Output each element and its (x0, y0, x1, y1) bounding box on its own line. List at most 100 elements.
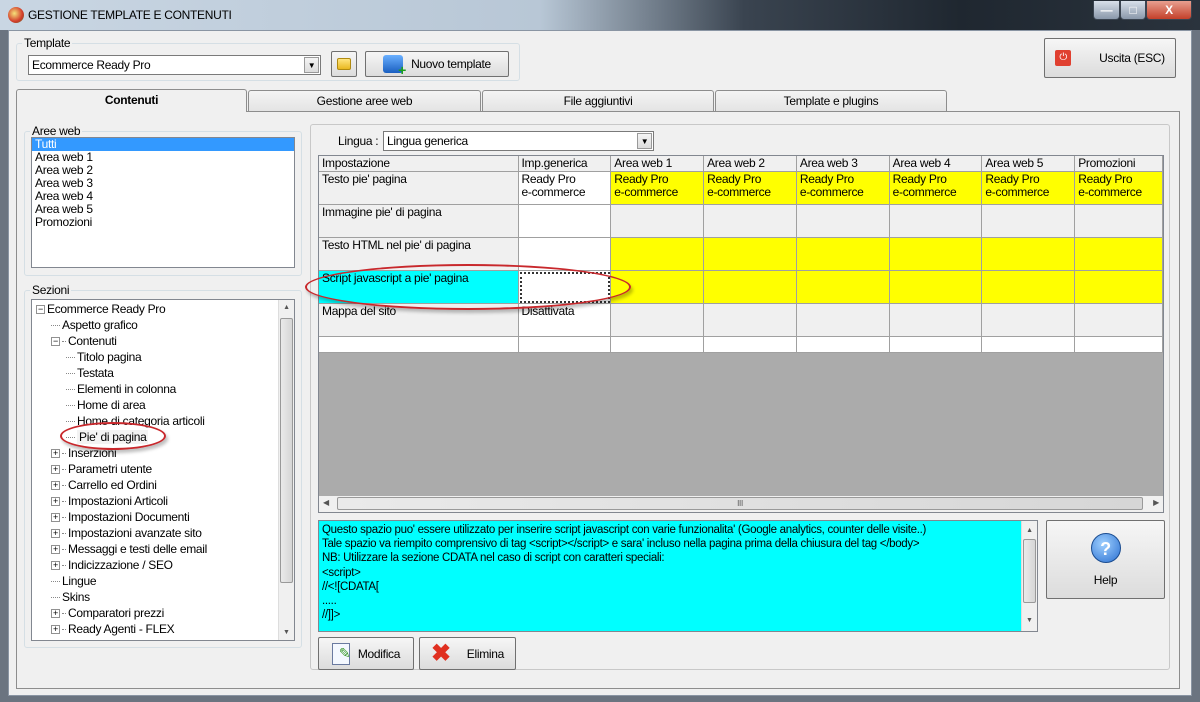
tree-item[interactable]: Home di area (36, 397, 276, 413)
setting-value-cell[interactable] (796, 205, 890, 238)
expand-icon[interactable]: + (51, 609, 60, 619)
tree-item[interactable]: + Comparatori prezzi (36, 605, 276, 621)
scroll-up-icon[interactable]: ▲ (279, 304, 294, 311)
modifica-button[interactable]: ✎ Modifica (318, 637, 414, 670)
setting-value-cell[interactable] (704, 304, 797, 337)
column-header[interactable]: Impostazione (319, 156, 519, 172)
setting-value-cell[interactable] (704, 238, 797, 271)
setting-value-cell[interactable]: Ready Pro e-commerce (889, 172, 983, 205)
setting-value-cell[interactable] (889, 205, 983, 238)
tree-item[interactable]: + Impostazioni avanzate sito (36, 525, 276, 541)
scroll-up-icon[interactable]: ▲ (1022, 524, 1037, 538)
tree-item[interactable]: + Impostazioni Documenti (36, 509, 276, 525)
description-scrollbar[interactable]: ▲ ▼ (1021, 521, 1037, 631)
column-header[interactable]: Area web 1 (611, 156, 705, 172)
setting-value-cell[interactable] (704, 337, 797, 353)
expand-icon[interactable]: + (51, 497, 60, 507)
setting-value-cell[interactable] (889, 337, 983, 353)
scroll-thumb[interactable] (1023, 539, 1036, 603)
elimina-button[interactable]: ✖ Elimina (419, 637, 516, 670)
chevron-down-icon[interactable]: ▼ (304, 57, 319, 73)
exit-button[interactable]: ⏻ Uscita (ESC) (1044, 38, 1176, 78)
setting-value-cell[interactable] (889, 304, 983, 337)
scroll-down-icon[interactable]: ▼ (1026, 614, 1033, 628)
setting-value-cell[interactable]: Ready Pro e-commerce (704, 172, 797, 205)
setting-value-cell[interactable] (982, 238, 1076, 271)
sezioni-scrollbar[interactable]: ▲ ▼ (278, 300, 294, 640)
tree-item[interactable]: Lingue (36, 573, 276, 589)
grid-hscrollbar[interactable]: ◀ III ▶ (319, 496, 1163, 512)
setting-value-cell[interactable] (518, 337, 612, 353)
setting-value-cell[interactable] (704, 271, 797, 304)
new-template-button[interactable]: + Nuovo template (365, 51, 509, 77)
setting-value-cell[interactable]: Ready Pro e-commerce (982, 172, 1076, 205)
setting-value-cell[interactable] (704, 205, 797, 238)
setting-value-cell[interactable] (1075, 337, 1163, 353)
setting-value-cell[interactable] (611, 205, 705, 238)
tree-item[interactable]: Titolo pagina (36, 349, 276, 365)
setting-value-cell[interactable]: Ready Pro e-commerce (611, 172, 705, 205)
settings-grid[interactable]: Impostazione Imp.generica Area web 1 Area w… (318, 155, 1164, 513)
setting-value-cell[interactable]: Disattivata (518, 304, 612, 337)
setting-value-cell[interactable]: Ready Pro e-commerce (1075, 172, 1163, 205)
setting-value-cell[interactable] (889, 271, 983, 304)
table-row[interactable]: Immagine pie' di pagina (319, 205, 1163, 238)
collapse-icon[interactable]: − (51, 337, 60, 347)
setting-value-cell[interactable] (982, 304, 1076, 337)
column-header[interactable]: Area web 4 (889, 156, 983, 172)
expand-icon[interactable]: + (51, 449, 60, 459)
setting-value-cell[interactable] (982, 337, 1076, 353)
scroll-left-icon[interactable]: ◀ (323, 498, 329, 507)
tree-item[interactable]: + Parametri utente (36, 461, 276, 477)
tree-item[interactable]: Richieste da clienti (testi delle email) (36, 637, 276, 640)
collapse-icon[interactable]: − (36, 305, 45, 315)
tree-item[interactable]: − Ecommerce Ready Pro (36, 301, 276, 317)
tree-item[interactable]: + Impostazioni Articoli (36, 493, 276, 509)
table-row[interactable]: Testo pie' pagina Ready Pro e-commerce Rea… (319, 172, 1163, 205)
column-header[interactable]: Promozioni (1075, 156, 1163, 172)
expand-icon[interactable]: + (51, 529, 60, 539)
area-web-item[interactable]: Promozioni (32, 216, 294, 229)
setting-value-cell[interactable] (982, 205, 1076, 238)
sezioni-tree[interactable]: − Ecommerce Ready Pro Aspetto grafico − Cont… (31, 299, 295, 641)
tree-item[interactable]: + Messaggi e testi delle email (36, 541, 276, 557)
scroll-down-icon[interactable]: ▼ (283, 629, 290, 636)
chevron-down-icon[interactable]: ▼ (637, 133, 652, 149)
lingua-select[interactable]: Lingua generica ▼ (383, 131, 654, 151)
tree-item[interactable]: + Carrello ed Ordini (36, 477, 276, 493)
setting-value-cell[interactable] (1075, 205, 1163, 238)
setting-name-cell[interactable]: Immagine pie' di pagina (319, 205, 519, 238)
tree-item[interactable]: Aspetto grafico (36, 317, 276, 333)
setting-value-cell[interactable] (796, 238, 890, 271)
setting-value-cell[interactable] (611, 337, 705, 353)
setting-value-cell[interactable] (518, 205, 612, 238)
column-header[interactable]: Area web 3 (796, 156, 890, 172)
aree-web-list[interactable]: Tutti Area web 1 Area web 2 Area web 3 Area … (31, 137, 295, 268)
setting-value-cell[interactable] (1075, 238, 1163, 271)
setting-value-cell[interactable] (982, 271, 1076, 304)
scroll-right-icon[interactable]: ▶ (1153, 498, 1159, 507)
scroll-thumb[interactable] (280, 318, 293, 583)
help-button[interactable]: ? Help (1046, 520, 1165, 599)
tab-gestione-aree-web[interactable]: Gestione aree web (248, 90, 481, 111)
setting-value-cell[interactable] (796, 271, 890, 304)
column-header[interactable]: Area web 2 (704, 156, 797, 172)
template-select[interactable]: Ecommerce Ready Pro ▼ (28, 55, 321, 75)
maximize-button[interactable]: □ (1120, 1, 1146, 20)
setting-value-cell[interactable] (796, 337, 890, 353)
tree-item[interactable]: + Inserzioni (36, 445, 276, 461)
tree-item[interactable]: Testata (36, 365, 276, 381)
close-button[interactable]: X (1146, 1, 1192, 20)
tree-item[interactable]: − Contenuti (36, 333, 276, 349)
column-header[interactable]: Imp.generica (518, 156, 612, 172)
setting-value-cell[interactable] (1075, 271, 1163, 304)
setting-value-cell[interactable] (889, 238, 983, 271)
open-folder-button[interactable] (331, 51, 357, 77)
hscroll-thumb[interactable]: III (337, 497, 1143, 510)
expand-icon[interactable]: + (51, 513, 60, 523)
setting-value-cell[interactable] (1075, 304, 1163, 337)
setting-value-cell[interactable] (611, 238, 705, 271)
setting-value-cell[interactable] (796, 304, 890, 337)
tree-item[interactable]: Elementi in colonna (36, 381, 276, 397)
expand-icon[interactable]: + (51, 561, 60, 571)
